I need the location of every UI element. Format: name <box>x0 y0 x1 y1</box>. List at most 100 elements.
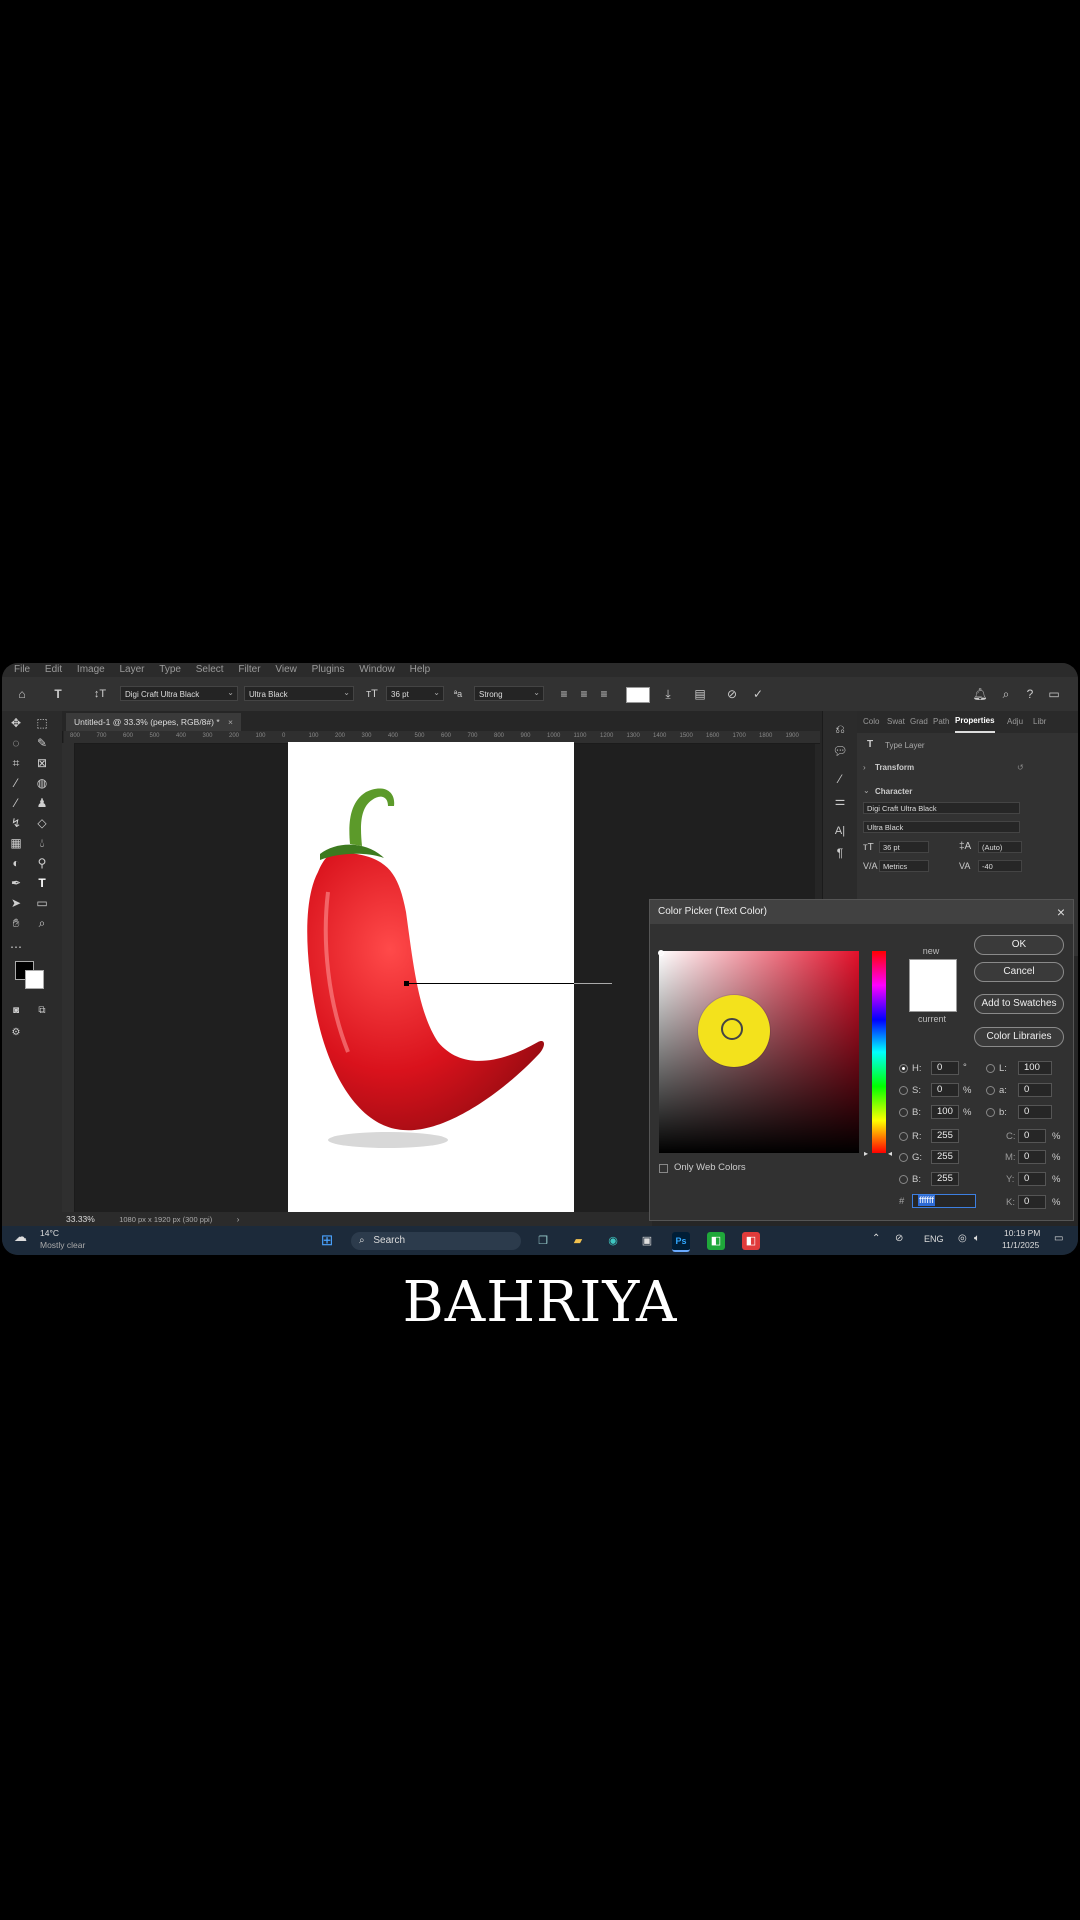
menu-edit[interactable]: Edit <box>45 664 62 675</box>
font-size-dropdown[interactable]: 36 pt <box>386 685 444 701</box>
tray-chevron-icon[interactable]: ⌃ <box>872 1233 880 1244</box>
tab-paths[interactable]: Path <box>933 711 949 733</box>
menu-layer[interactable]: Layer <box>120 664 145 675</box>
font-style-dropdown[interactable]: Ultra Black <box>244 685 354 701</box>
character-panel-strip-icon[interactable]: A| <box>832 823 848 839</box>
menu-select[interactable]: Select <box>196 664 224 675</box>
tray-volume-icon[interactable]: 🔈︎ <box>974 1233 980 1244</box>
history-panel-icon[interactable]: ⎌ <box>832 721 848 737</box>
transform-chevron-icon[interactable]: › <box>863 763 866 772</box>
font-family-dropdown[interactable]: Digi Craft Ultra Black <box>120 685 238 701</box>
hex-field[interactable]: ffffff <box>912 1194 976 1208</box>
document-info[interactable]: 1080 px x 1920 px (300 ppi) <box>119 1215 212 1224</box>
hue-slider[interactable] <box>872 951 886 1153</box>
tab-color[interactable]: Colo <box>863 711 879 733</box>
workspace-icon[interactable]: ▭ <box>1046 686 1062 702</box>
brush-panel-icon[interactable]: ⁄ <box>832 771 848 787</box>
edit-toolbar-icon[interactable]: ⚙ <box>8 1025 24 1041</box>
background-color-swatch[interactable] <box>25 970 44 989</box>
dodge-tool-icon[interactable]: ◐ <box>8 855 24 871</box>
field-l[interactable]: 100 <box>1018 1061 1052 1075</box>
hue-slider-left-arrow-icon[interactable]: ▸ <box>864 1149 868 1158</box>
field-k[interactable]: 0 <box>1018 1195 1046 1209</box>
align-center-icon[interactable]: ≡ <box>576 686 592 702</box>
photoshop-taskbar-icon[interactable]: Ps <box>672 1232 690 1252</box>
magnify-tool-icon[interactable]: ⚲ <box>34 855 50 871</box>
blur-tool-icon[interactable]: 💧︎ <box>34 835 50 851</box>
menu-plugins[interactable]: Plugins <box>312 664 345 675</box>
field-b[interactable]: 100 <box>931 1105 959 1119</box>
field-m[interactable]: 0 <box>1018 1150 1046 1164</box>
eyedropper-tool-icon[interactable]: ⁄ <box>8 775 24 791</box>
ok-button[interactable]: OK <box>974 935 1064 955</box>
comments-panel-icon[interactable]: 💬︎ <box>832 743 848 759</box>
menu-view[interactable]: View <box>275 664 297 675</box>
marquee-tool-icon[interactable]: ⬚ <box>34 715 50 731</box>
radio-r[interactable] <box>899 1132 908 1141</box>
paragraph-panel-icon[interactable]: ¶ <box>832 845 848 861</box>
tray-time[interactable]: 10:19 PM <box>1004 1228 1040 1238</box>
panel-leading[interactable]: (Auto) <box>978 841 1022 853</box>
field-a[interactable]: 0 <box>1018 1083 1052 1097</box>
field-s[interactable]: 0 <box>931 1083 959 1097</box>
menu-file[interactable]: File <box>14 664 30 675</box>
move-tool-icon[interactable]: ✥ <box>8 715 24 731</box>
lasso-tool-icon[interactable]: ◌ <box>8 735 24 751</box>
tab-libraries[interactable]: Libr <box>1033 711 1046 733</box>
tab-properties[interactable]: Properties <box>955 711 995 733</box>
crop-tool-icon[interactable]: ⌗ <box>8 755 24 771</box>
tray-network-icon[interactable]: ⊘ <box>895 1233 903 1244</box>
radio-a[interactable] <box>986 1086 995 1095</box>
zoom-level[interactable]: 33.33% <box>66 1214 95 1224</box>
character-chevron-icon[interactable]: ⌄ <box>863 786 870 795</box>
quick-selection-tool-icon[interactable]: ✎ <box>34 735 50 751</box>
tab-gradients[interactable]: Grad <box>910 711 928 733</box>
close-icon[interactable]: × <box>1057 900 1065 924</box>
radio-blue[interactable] <box>899 1175 908 1184</box>
tray-date[interactable]: 11/1/2025 <box>1002 1240 1039 1250</box>
store-icon[interactable]: ▣ <box>638 1232 656 1250</box>
panel-tracking[interactable]: -40 <box>978 860 1022 872</box>
current-color-swatch[interactable] <box>909 985 957 1012</box>
add-to-swatches-button[interactable]: Add to Swatches <box>974 994 1064 1014</box>
status-arrow-icon[interactable]: › <box>237 1214 240 1224</box>
menu-window[interactable]: Window <box>359 664 395 675</box>
panel-kerning[interactable]: Metrics <box>879 860 929 872</box>
radio-lab-b[interactable] <box>986 1108 995 1117</box>
field-blue[interactable]: 255 <box>931 1172 959 1186</box>
text-color-swatch[interactable] <box>626 687 650 703</box>
cancel-button[interactable]: Cancel <box>974 962 1064 982</box>
document-tab[interactable]: Untitled-1 @ 33.3% (pepes, RGB/8#) * × <box>66 713 241 731</box>
type-tool-icon[interactable]: T <box>50 686 66 702</box>
task-view-icon[interactable]: ❐ <box>534 1232 552 1250</box>
field-r[interactable]: 255 <box>931 1129 959 1143</box>
history-brush-tool-icon[interactable]: ↯ <box>8 815 24 831</box>
screen-mode-icon[interactable]: ⧉ <box>34 1003 50 1019</box>
green-app-icon[interactable]: ◧ <box>707 1232 725 1250</box>
path-selection-tool-icon[interactable]: ➤ <box>8 895 24 911</box>
document-canvas[interactable] <box>288 742 574 1212</box>
tray-language[interactable]: ENG <box>924 1234 944 1244</box>
menu-image[interactable]: Image <box>77 664 105 675</box>
radio-s[interactable] <box>899 1086 908 1095</box>
rectangle-tool-icon[interactable]: ▭ <box>34 895 50 911</box>
field-lab-b[interactable]: 0 <box>1018 1105 1052 1119</box>
eraser-tool-icon[interactable]: ◇ <box>34 815 50 831</box>
more-tools-icon[interactable]: ⋯ <box>8 939 24 955</box>
frame-tool-icon[interactable]: ⊠ <box>34 755 50 771</box>
tab-swatches[interactable]: Swat <box>887 711 905 733</box>
taskbar-search[interactable]: ⌕ Search <box>351 1232 521 1250</box>
cancel-edit-icon[interactable]: ⊘ <box>724 686 740 702</box>
brush-tool-icon[interactable]: ⁄ <box>8 795 24 811</box>
radio-l[interactable] <box>986 1064 995 1073</box>
type-tool-active-icon[interactable]: T <box>34 875 50 891</box>
warp-text-icon[interactable]: ⤓ <box>660 686 676 702</box>
help-icon[interactable]: ? <box>1022 686 1038 702</box>
color-libraries-button[interactable]: Color Libraries <box>974 1027 1064 1047</box>
field-y[interactable]: 0 <box>1018 1172 1046 1186</box>
menu-type[interactable]: Type <box>159 664 181 675</box>
file-explorer-icon[interactable]: ▰ <box>569 1232 587 1250</box>
panel-font-family[interactable]: Digi Craft Ultra Black <box>863 802 1020 814</box>
field-h[interactable]: 0 <box>931 1061 959 1075</box>
zoom-tool-icon[interactable]: ⌕ <box>34 915 50 931</box>
